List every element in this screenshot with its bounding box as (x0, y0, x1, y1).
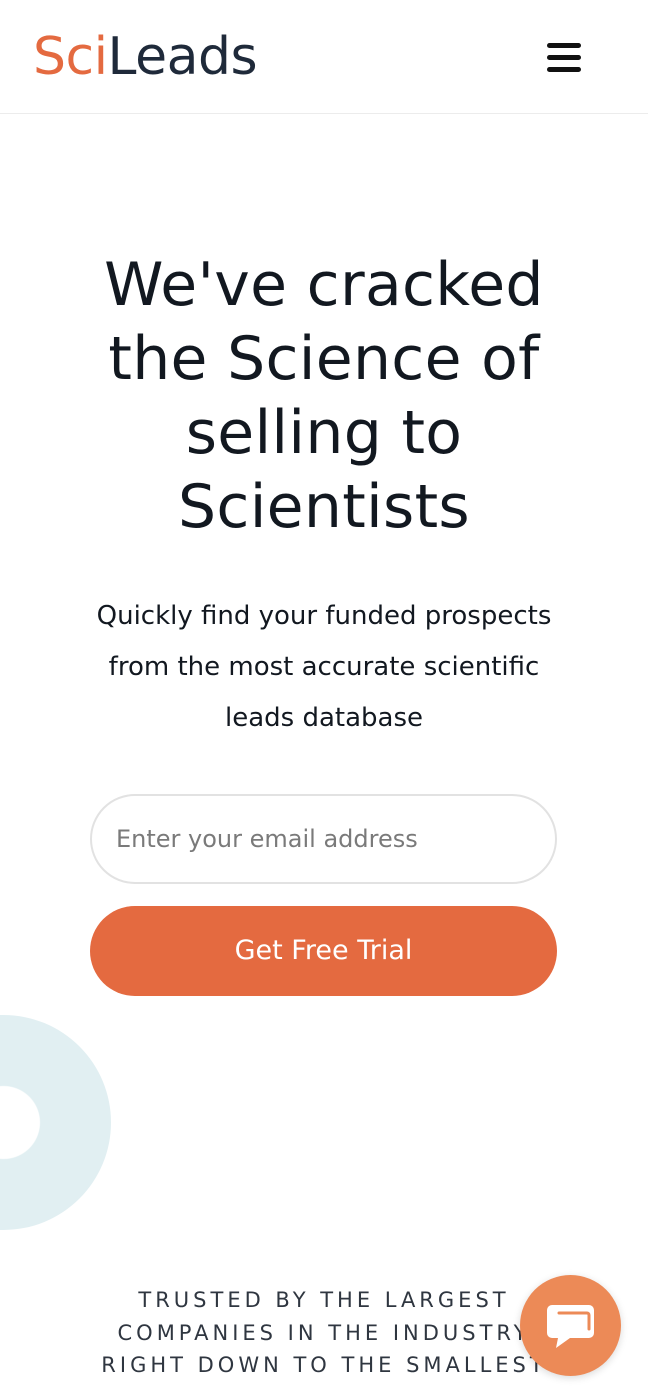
logo-sci-text: Sci (33, 27, 108, 87)
decorative-ring (0, 1015, 111, 1230)
chat-launcher-button[interactable] (520, 1275, 621, 1376)
hero-subtitle-line: from the most accurate scientific (108, 652, 540, 682)
site-header: SciLeads (0, 0, 648, 114)
scileads-logo[interactable]: SciLeads (33, 22, 258, 92)
trusted-line: RIGHT DOWN TO THE SMALLEST (101, 1353, 547, 1377)
landing-page: SciLeads We've cracked the Science of se… (0, 0, 648, 1400)
hero-subtitle-line: Quickly find your funded prospects (96, 601, 552, 631)
hero-title-line: selling to (185, 398, 463, 468)
menu-bar-middle (547, 55, 581, 60)
menu-bar-top (547, 43, 581, 48)
hero-subtitle-line: leads database (224, 703, 423, 733)
trusted-line: COMPANIES IN THE INDUSTRY (117, 1320, 531, 1345)
menu-bar-bottom (547, 67, 581, 72)
hero-title-line: Scientists (178, 472, 470, 542)
logo-leads-text: Leads (107, 27, 258, 87)
chat-bubble-icon (547, 1305, 594, 1348)
get-free-trial-button[interactable]: Get Free Trial (90, 906, 557, 996)
trusted-line: TRUSTED BY THE LARGEST (138, 1288, 510, 1312)
hero-title-line: the Science of (108, 324, 540, 394)
hero-title-line: We've cracked (104, 250, 544, 320)
hero-subtitle: Quickly find your funded prospects from … (70, 591, 578, 744)
hero-title: We've cracked the Science of selling to … (40, 248, 608, 544)
email-input[interactable] (90, 794, 557, 884)
trusted-by-text: TRUSTED BY THE LARGEST COMPANIES IN THE … (84, 1284, 564, 1382)
hamburger-menu-icon[interactable] (544, 40, 584, 76)
